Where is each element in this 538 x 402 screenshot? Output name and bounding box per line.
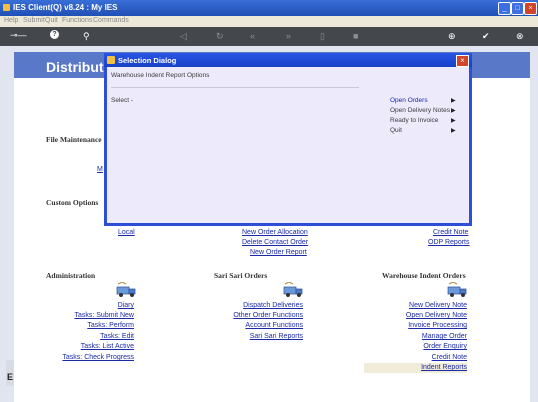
side-tab: E bbox=[6, 360, 14, 386]
link-order-enquiry[interactable]: Order Enquiry bbox=[423, 343, 467, 350]
link-tasks-list-active[interactable]: Tasks: List Active bbox=[81, 343, 134, 350]
dialog-body: Warehouse Indent Report Options Select -… bbox=[107, 67, 469, 223]
help-icon[interactable]: ? bbox=[50, 30, 59, 39]
confirm-icon[interactable]: ✔ bbox=[482, 31, 490, 42]
delivery-truck-icon bbox=[116, 282, 136, 297]
link-local[interactable]: Local bbox=[118, 229, 135, 236]
section-warehouse: Warehouse Indent Orders bbox=[382, 271, 466, 280]
dialog-title-bar: Selection Dialog × bbox=[104, 53, 472, 67]
rewind-icon[interactable]: « bbox=[250, 31, 255, 41]
minimize-button[interactable]: _ bbox=[498, 2, 511, 15]
section-administration: Administration bbox=[46, 271, 96, 280]
dialog-close-button[interactable]: × bbox=[456, 55, 469, 67]
link-account-functions[interactable]: Account Functions bbox=[245, 322, 303, 329]
key-icon[interactable]: ⊸— bbox=[10, 30, 27, 41]
toolbar: ⊸— ? ⚲ ◁ ↻ « » ▯ ■ ⊕ ✔ ⊗ bbox=[0, 27, 538, 46]
link-dispatch-deliveries[interactable]: Dispatch Deliveries bbox=[243, 302, 303, 309]
select-label: Select - bbox=[111, 97, 134, 104]
link-odp-reports[interactable]: ODP Reports bbox=[428, 239, 470, 246]
option-open-orders[interactable]: Open Orders bbox=[390, 97, 428, 104]
link-tasks-check-progress[interactable]: Tasks: Check Progress bbox=[62, 354, 134, 361]
option-open-delivery-notes[interactable]: Open Delivery Notes bbox=[390, 107, 450, 114]
link-sari-sari-reports[interactable]: Sari Sari Reports bbox=[250, 333, 303, 340]
chevron-right-icon: ▶ bbox=[451, 128, 456, 134]
menu-bar: Help Submit Quit Functions Commands bbox=[0, 16, 538, 27]
link-diary[interactable]: Diary bbox=[118, 302, 134, 309]
menu-functions[interactable]: Functions bbox=[62, 17, 92, 24]
menu-commands[interactable]: Commands bbox=[93, 17, 129, 24]
option-ready-to-invoice[interactable]: Ready to Invoice bbox=[390, 117, 438, 124]
dialog-divider bbox=[111, 87, 359, 88]
section-custom-options: Custom Options bbox=[46, 198, 99, 207]
link-manage-order[interactable]: Manage Order bbox=[422, 333, 467, 340]
delivery-truck-icon bbox=[447, 282, 467, 297]
add-icon[interactable]: ⊕ bbox=[448, 31, 456, 42]
menu-quit[interactable]: Quit bbox=[45, 17, 58, 24]
link-open-delivery-note[interactable]: Open Delivery Note bbox=[406, 312, 467, 319]
chevron-right-icon: ▶ bbox=[451, 108, 456, 114]
menu-help[interactable]: Help bbox=[4, 17, 18, 24]
search-icon[interactable]: ⚲ bbox=[83, 31, 90, 42]
close-button[interactable]: × bbox=[524, 2, 537, 15]
link-delete-contact-order[interactable]: Delete Contact Order bbox=[242, 239, 308, 246]
link-tasks-submit-new[interactable]: Tasks: Submit New bbox=[74, 312, 134, 319]
forward-icon[interactable]: » bbox=[286, 31, 291, 41]
section-sari-sari: Sari Sari Orders bbox=[214, 271, 268, 280]
cancel-icon[interactable]: ⊗ bbox=[516, 31, 524, 42]
app-icon bbox=[3, 4, 10, 11]
refresh-icon[interactable]: ↻ bbox=[216, 31, 224, 42]
chevron-right-icon: ▶ bbox=[451, 98, 456, 104]
link-other-order-functions[interactable]: Other Order Functions bbox=[233, 312, 303, 319]
back-icon[interactable]: ◁ bbox=[180, 31, 187, 42]
link-indent-reports[interactable]: Indent Reports bbox=[421, 364, 467, 371]
menu-submit[interactable]: Submit bbox=[23, 17, 45, 24]
option-quit[interactable]: Quit bbox=[390, 127, 402, 134]
link-credit-note[interactable]: Credit Note bbox=[432, 354, 467, 361]
link-m-partial[interactable]: M bbox=[97, 166, 103, 173]
link-invoice-processing[interactable]: Invoice Processing bbox=[408, 322, 467, 329]
stop-icon[interactable]: ■ bbox=[353, 31, 358, 41]
title-bar: IES Client(Q) v8.24 : My IES _ □ × bbox=[0, 0, 538, 16]
selection-dialog: Selection Dialog × Warehouse Indent Repo… bbox=[104, 53, 472, 226]
document-icon[interactable]: ▯ bbox=[320, 31, 325, 42]
dialog-subtitle: Warehouse Indent Report Options bbox=[111, 72, 210, 79]
link-credit-note-custom[interactable]: Credit Note bbox=[433, 229, 468, 236]
section-file-maintenance: File Maintenance bbox=[46, 135, 102, 144]
link-new-order-report[interactable]: New Order Report bbox=[250, 249, 307, 256]
link-tasks-edit[interactable]: Tasks: Edit bbox=[100, 333, 134, 340]
window-title: IES Client(Q) v8.24 : My IES bbox=[13, 3, 118, 12]
dialog-app-icon bbox=[107, 56, 115, 64]
dialog-title: Selection Dialog bbox=[118, 56, 177, 65]
side-tab-letter: E bbox=[7, 372, 14, 382]
link-tasks-perform[interactable]: Tasks: Perform bbox=[87, 322, 134, 329]
delivery-truck-icon bbox=[283, 282, 303, 297]
maximize-button[interactable]: □ bbox=[511, 2, 524, 15]
link-new-delivery-note[interactable]: New Delivery Note bbox=[409, 302, 467, 309]
chevron-right-icon: ▶ bbox=[451, 118, 456, 124]
link-new-order-allocation[interactable]: New Order Allocation bbox=[242, 229, 308, 236]
